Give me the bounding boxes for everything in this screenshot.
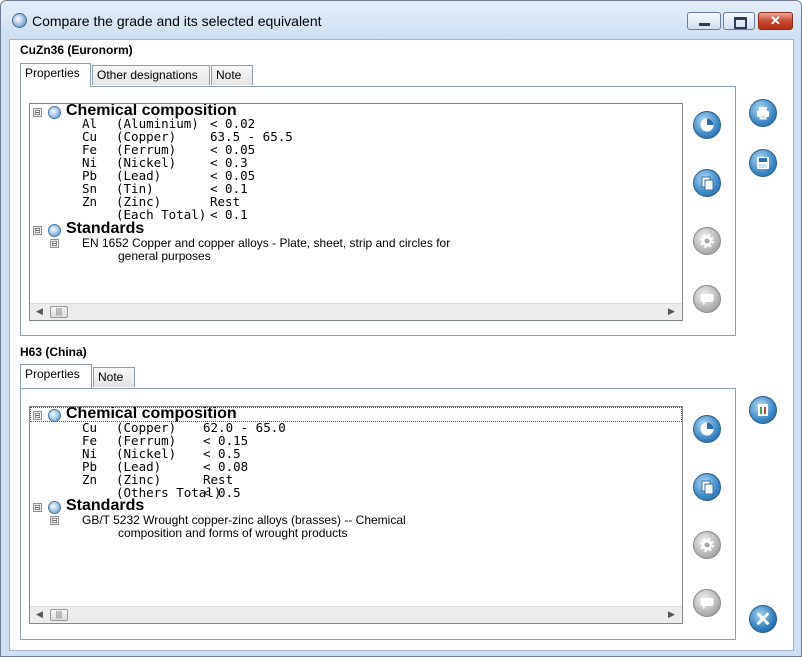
grade1-standard-expand-icon[interactable]: ⊟	[50, 239, 59, 248]
scroll-thumb[interactable]: |||	[50, 609, 68, 621]
grade1-standards-node-icon	[48, 224, 61, 237]
grade1-tab-properties[interactable]: Properties	[20, 63, 91, 87]
minimize-icon	[699, 23, 710, 26]
comment-icon	[700, 598, 714, 609]
app-icon	[12, 13, 27, 28]
element-symbol: Zn	[82, 472, 98, 487]
grade1-settings-button[interactable]	[693, 227, 721, 255]
scroll-right-icon[interactable]: ▶	[668, 306, 675, 317]
grade2-tab-note[interactable]: Note	[93, 367, 135, 387]
grade2-standard-line1: GB/T 5232 Wrought copper-zinc alloys (br…	[82, 513, 406, 527]
compare-window: Compare the grade and its selected equiv…	[0, 0, 802, 657]
grade2-horizontal-scrollbar[interactable]: ◀ ||| ▶	[30, 606, 682, 623]
close-window-button[interactable]: ✕	[758, 12, 793, 30]
comment-icon	[700, 294, 714, 305]
maximize-button[interactable]	[723, 12, 755, 30]
maximize-icon	[734, 17, 747, 29]
grade1-chem-collapse-icon[interactable]: ⊟	[33, 108, 42, 117]
grade1-standard-line2: general purposes	[118, 249, 211, 263]
grade2-properties-panel: ⊟ Chemical composition Cu (Copper) 62.0 - …	[20, 388, 736, 640]
grade2-chem-collapse-icon[interactable]: ⊟	[33, 411, 42, 420]
grade1-horizontal-scrollbar[interactable]: ◀ ||| ▶	[30, 303, 682, 320]
grade1-copy-button[interactable]	[693, 169, 721, 197]
scroll-thumb[interactable]: |||	[50, 306, 68, 318]
grade1-chem-node-icon	[48, 106, 61, 119]
element-value: < 0.5	[203, 485, 241, 500]
window-title: Compare the grade and its selected equiv…	[32, 13, 322, 29]
client-area: CuZn36 (Euronorm) Properties Other desig…	[9, 39, 794, 651]
scroll-right-icon[interactable]: ▶	[668, 609, 675, 620]
grade2-composition-tree[interactable]: ⊟ Chemical composition Cu (Copper) 62.0 - …	[29, 406, 683, 624]
title-bar[interactable]: Compare the grade and its selected equiv…	[1, 1, 801, 39]
grade1-pie-chart-button[interactable]	[693, 111, 721, 139]
pie-chart-icon	[700, 422, 714, 436]
grade2-standards-collapse-icon[interactable]: ⊟	[33, 503, 42, 512]
grade2-title: H63 (China)	[20, 345, 87, 359]
grade2-chem-node-icon	[48, 409, 61, 422]
grade2-tab-properties[interactable]: Properties	[20, 364, 92, 388]
spreadsheet-icon	[758, 404, 768, 416]
save-button[interactable]	[749, 149, 777, 177]
grade1-standards-collapse-icon[interactable]: ⊟	[33, 226, 42, 235]
element-value: < 0.1	[210, 207, 248, 222]
floppy-disk-icon	[757, 157, 769, 169]
grade2-standard-line2: composition and forms of wrought product…	[118, 526, 348, 540]
export-excel-button[interactable]	[749, 396, 777, 424]
close-dialog-button[interactable]: ✕	[749, 605, 777, 633]
copy-icon	[701, 480, 714, 495]
minimize-button[interactable]	[687, 12, 721, 30]
copy-icon	[701, 176, 714, 191]
pie-chart-icon	[700, 118, 714, 132]
grade2-comment-button[interactable]	[693, 589, 721, 617]
printer-icon	[757, 107, 769, 120]
grade1-title: CuZn36 (Euronorm)	[20, 43, 133, 57]
element-symbol: Zn	[82, 194, 98, 209]
print-button[interactable]	[749, 99, 777, 127]
gear-icon	[700, 234, 714, 248]
grade2-copy-button[interactable]	[693, 473, 721, 501]
scroll-left-icon[interactable]: ◀	[36, 609, 43, 620]
scroll-left-icon[interactable]: ◀	[36, 306, 43, 317]
grade1-comment-button[interactable]	[693, 285, 721, 313]
grade2-settings-button[interactable]	[693, 531, 721, 559]
grade2-standards-node-icon	[48, 501, 61, 514]
gear-icon	[700, 538, 714, 552]
grade2-pie-chart-button[interactable]	[693, 415, 721, 443]
grade2-standard-expand-icon[interactable]: ⊟	[50, 516, 59, 525]
grade1-properties-panel: ⊟ Chemical composition Al (Aluminium) < 0.…	[20, 86, 736, 336]
grade1-tab-other-designations[interactable]: Other designations	[92, 65, 210, 85]
grade1-standard-line1: EN 1652 Copper and copper alloys - Plate…	[82, 236, 451, 250]
grade1-composition-tree[interactable]: ⊟ Chemical composition Al (Aluminium) < 0.…	[29, 103, 683, 321]
grade1-tab-note[interactable]: Note	[211, 65, 253, 85]
